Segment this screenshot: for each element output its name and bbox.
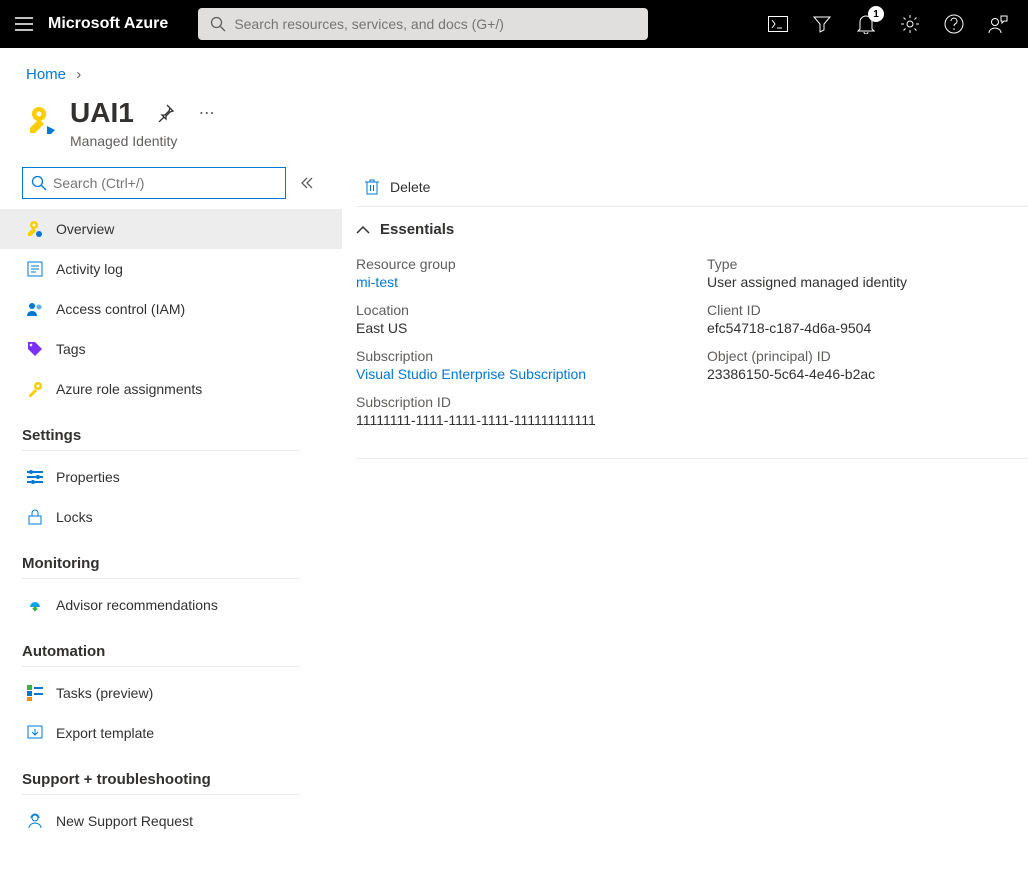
lock-icon [26, 508, 44, 526]
notifications-button[interactable]: 1 [854, 12, 878, 36]
sidebar-section-monitoring: Monitoring [22, 555, 300, 579]
resource-key-icon [24, 103, 60, 139]
sidebar-section-support: Support + troubleshooting [22, 771, 300, 795]
sidebar-item-label: Tags [56, 341, 86, 357]
breadcrumb: Home › [0, 48, 1028, 83]
ess-label-rg: Resource group [356, 256, 677, 272]
sidebar-item-activity-log[interactable]: Activity log [22, 249, 336, 289]
ess-value-subscription[interactable]: Visual Studio Enterprise Subscription [356, 366, 677, 382]
ess-value-clientid: efc54718-c187-4d6a-9504 [707, 320, 1028, 336]
page-subtitle: Managed Identity [70, 133, 215, 149]
sidebar-item-tags[interactable]: Tags [22, 329, 336, 369]
ess-value-rg[interactable]: mi-test [356, 274, 677, 290]
collapse-sidebar-button[interactable] [300, 176, 314, 190]
key-yellow-icon [26, 380, 44, 398]
cloud-shell-button[interactable] [766, 12, 790, 36]
hamburger-icon [15, 17, 33, 31]
activity-log-icon [26, 260, 44, 278]
tasks-icon [26, 684, 44, 702]
settings-button[interactable] [898, 12, 922, 36]
key-icon [26, 220, 44, 238]
sidebar-item-label: Properties [56, 469, 120, 485]
sidebar-item-label: Activity log [56, 261, 123, 277]
ess-value-type: User assigned managed identity [707, 274, 1028, 290]
export-icon [26, 724, 44, 742]
ess-label-location: Location [356, 302, 677, 318]
breadcrumb-home[interactable]: Home [26, 66, 66, 83]
sidebar-search-input[interactable] [53, 175, 277, 191]
filter-icon [813, 15, 831, 33]
properties-icon [26, 468, 44, 486]
double-chevron-left-icon [300, 176, 314, 190]
ess-label-type: Type [707, 256, 1028, 272]
ess-value-objectid: 23386150-5c64-4e46-b2ac [707, 366, 1028, 382]
chevron-up-icon [356, 225, 370, 235]
pin-button[interactable] [156, 104, 174, 122]
sidebar-item-label: Advisor recommendations [56, 597, 218, 613]
notification-badge: 1 [868, 6, 884, 22]
pin-icon [156, 104, 174, 122]
more-button[interactable]: ⋯ [199, 103, 215, 123]
sidebar-item-properties[interactable]: Properties [22, 457, 336, 497]
help-button[interactable] [942, 12, 966, 36]
delete-label: Delete [390, 179, 430, 195]
sidebar-item-advisor[interactable]: Advisor recommendations [22, 585, 336, 625]
people-icon [26, 300, 44, 318]
chevron-right-icon: › [76, 66, 81, 83]
ess-value-subid: 11111111-1111-1111-1111-111111111111 [356, 412, 677, 428]
delete-button[interactable]: Delete [356, 178, 438, 196]
sidebar-item-tasks[interactable]: Tasks (preview) [22, 673, 336, 713]
page-title: UAI1 [70, 97, 134, 129]
search-icon [31, 175, 47, 191]
ess-label-subscription: Subscription [356, 348, 677, 364]
advisor-icon [26, 596, 44, 614]
ess-value-location: East US [356, 320, 677, 336]
sidebar-item-locks[interactable]: Locks [22, 497, 336, 537]
search-icon [210, 16, 226, 32]
sidebar-section-settings: Settings [22, 427, 300, 451]
ess-label-objectid: Object (principal) ID [707, 348, 1028, 364]
ess-label-subid: Subscription ID [356, 394, 677, 410]
filter-button[interactable] [810, 12, 834, 36]
brand-label: Microsoft Azure [48, 15, 198, 33]
person-feedback-icon [988, 14, 1008, 34]
feedback-button[interactable] [986, 12, 1010, 36]
menu-button[interactable] [0, 17, 48, 31]
essentials-heading: Essentials [380, 221, 454, 238]
sidebar-item-support-request[interactable]: New Support Request [22, 801, 336, 841]
sidebar-item-label: Access control (IAM) [56, 301, 185, 317]
sidebar-item-label: Locks [56, 509, 93, 525]
ess-label-clientid: Client ID [707, 302, 1028, 318]
sidebar-item-export-template[interactable]: Export template [22, 713, 336, 753]
gear-icon [900, 14, 920, 34]
trash-icon [364, 178, 380, 196]
sidebar-item-role-assignments[interactable]: Azure role assignments [22, 369, 336, 409]
global-search-input[interactable] [234, 16, 636, 32]
sidebar-section-automation: Automation [22, 643, 300, 667]
sidebar-item-label: Azure role assignments [56, 381, 202, 397]
cloud-shell-icon [768, 16, 788, 32]
sidebar-item-label: New Support Request [56, 813, 193, 829]
support-person-icon [26, 812, 44, 830]
sidebar-item-iam[interactable]: Access control (IAM) [22, 289, 336, 329]
essentials-toggle[interactable]: Essentials [356, 221, 1028, 238]
help-icon [944, 14, 964, 34]
sidebar-item-overview[interactable]: Overview [0, 209, 342, 249]
sidebar-search[interactable] [22, 167, 286, 199]
tag-icon [26, 340, 44, 358]
sidebar-item-label: Export template [56, 725, 154, 741]
global-search[interactable] [198, 8, 648, 40]
sidebar-item-label: Tasks (preview) [56, 685, 153, 701]
sidebar-item-label: Overview [56, 221, 114, 237]
